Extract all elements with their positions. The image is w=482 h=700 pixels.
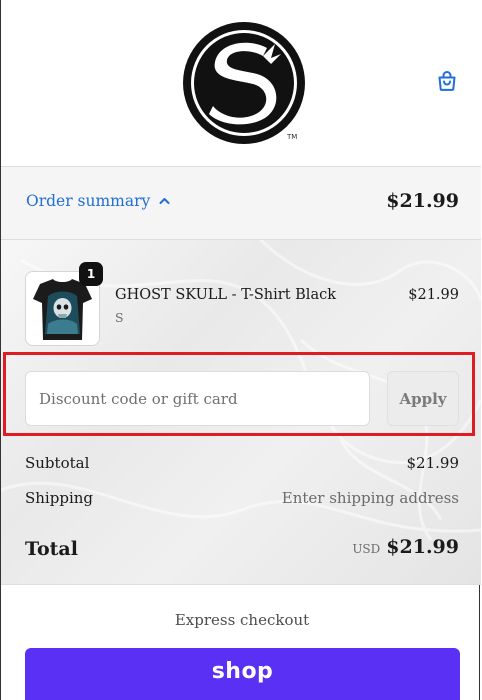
order-summary-bar: Order summary $21.99 bbox=[1, 167, 481, 240]
total-value: $21.99 bbox=[386, 536, 459, 558]
shipping-value: Enter shipping address bbox=[281, 489, 459, 507]
shipping-label: Shipping bbox=[25, 489, 93, 507]
shop-pay-logo: shop bbox=[211, 658, 274, 684]
product-price: $21.99 bbox=[408, 287, 459, 303]
discount-code-input[interactable] bbox=[25, 371, 370, 426]
order-summary-toggle[interactable]: Order summary bbox=[26, 192, 170, 210]
subtotal-label: Subtotal bbox=[25, 454, 90, 472]
product-name: GHOST SKULL - T-Shirt Black bbox=[115, 287, 336, 303]
apply-discount-button[interactable]: Apply bbox=[387, 371, 459, 426]
total-price: USD $21.99 bbox=[352, 536, 459, 558]
order-summary-content: 1 GHOST SKULL - T-Shirt Black S $21.99 A… bbox=[1, 240, 481, 585]
currency-code: USD bbox=[352, 542, 381, 556]
trademark-label: TM bbox=[287, 133, 298, 141]
total-label: Total bbox=[25, 538, 78, 560]
shop-pay-button[interactable]: shop bbox=[25, 648, 460, 700]
product-variant: S bbox=[115, 310, 124, 325]
cart-button[interactable] bbox=[433, 67, 461, 95]
shopping-bag-icon bbox=[438, 71, 456, 91]
chevron-up-icon bbox=[159, 197, 170, 205]
brand-logo bbox=[183, 22, 305, 144]
header: TM bbox=[1, 0, 481, 167]
quantity-badge: 1 bbox=[79, 262, 103, 286]
checkout-frame: TM Order summary $21.99 1 GHOST SKULL - … bbox=[0, 0, 481, 700]
order-summary-label: Order summary bbox=[26, 192, 151, 210]
order-summary-total: $21.99 bbox=[386, 190, 459, 212]
express-checkout-label: Express checkout bbox=[174, 611, 310, 629]
subtotal-value: $21.99 bbox=[406, 454, 460, 472]
